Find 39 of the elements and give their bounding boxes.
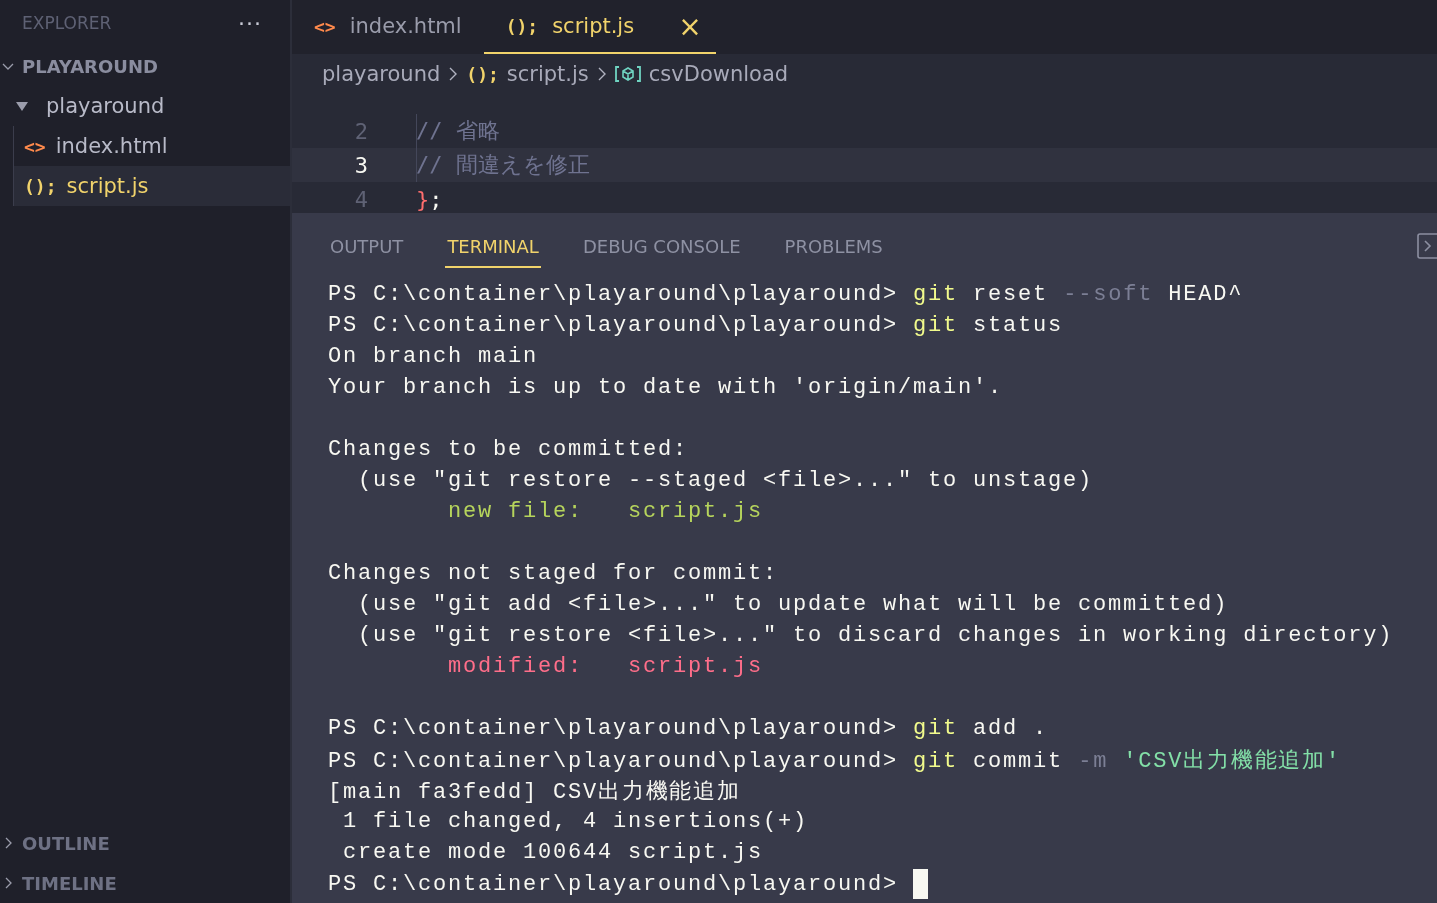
terminal-line: new file: script.js <box>447 499 764 524</box>
editor-tab[interactable]: <> index.html <box>292 0 484 54</box>
terminal-line: (use "git restore --staged <file>..." to unstage) <box>357 468 1094 493</box>
terminal-line: create mode 100644 script.js <box>342 840 764 865</box>
terminal-line: On branch main <box>328 344 539 369</box>
chevron-icon <box>596 66 607 82</box>
panel-tab[interactable]: OUTPUT <box>328 224 406 268</box>
panel-tab[interactable]: PROBLEMS <box>782 224 885 268</box>
terminal-line: Changes to be committed: <box>328 437 689 462</box>
cube-icon <box>614 65 641 83</box>
breadcrumb[interactable]: (); script.js <box>466 62 589 86</box>
terminal-line: (use "git add <file>..." to update what will be committed) <box>357 592 1229 617</box>
terminal-line: Changes not staged for commit: <box>328 561 779 586</box>
cursor <box>913 868 929 899</box>
explorer-title: EXPLORER <box>22 13 112 33</box>
section-header[interactable]: PLAYAROUND <box>0 46 290 86</box>
terminal-line: PS C:\container\playaround\playaround> git add . <box>328 716 1049 741</box>
terminal-line: Your branch is up to date with 'origin/main'. <box>328 375 1004 400</box>
breadcrumb[interactable]: csvDownload <box>614 62 789 86</box>
file-item[interactable]: (); script.js <box>14 166 290 206</box>
terminal-line: PS C:\container\playaround\playaround> git commit -m 'CSV出力機能追加' <box>328 747 1341 775</box>
file-item[interactable]: <> index.html <box>14 126 290 166</box>
folder-item[interactable]: playaround <box>0 86 290 126</box>
code-line: 2 // 省略 <box>292 114 1437 148</box>
terminal-line: [main fa3fedd] CSV出力機能追加 <box>328 778 741 806</box>
chevron-icon <box>448 66 459 82</box>
terminal-line: modified: script.js <box>447 654 764 679</box>
close-button[interactable]: × <box>678 9 702 43</box>
terminal-line: PS C:\container\playaround\playaround> git reset --soft HEAD^ <box>328 282 1244 307</box>
panel-tab[interactable]: TERMINAL <box>445 224 541 268</box>
terminal-line: PS C:\container\playaround\playaround> git status <box>328 313 1064 338</box>
more-actions-button[interactable]: ··· <box>238 10 262 36</box>
panel-tab[interactable]: DEBUG CONSOLE <box>580 224 743 268</box>
panel-toggle-icon[interactable] <box>1417 233 1437 259</box>
code-line: 4 }; <box>353 185 444 213</box>
terminal-line: 1 file changed, 4 insertions(+) <box>342 809 809 834</box>
terminal-line: (use "git restore <file>..." to discard changes in working directory) <box>357 623 1394 648</box>
terminal-line: PS C:\container\playaround\playaround> <box>328 868 929 899</box>
breadcrumb[interactable]: playaround <box>322 62 441 86</box>
